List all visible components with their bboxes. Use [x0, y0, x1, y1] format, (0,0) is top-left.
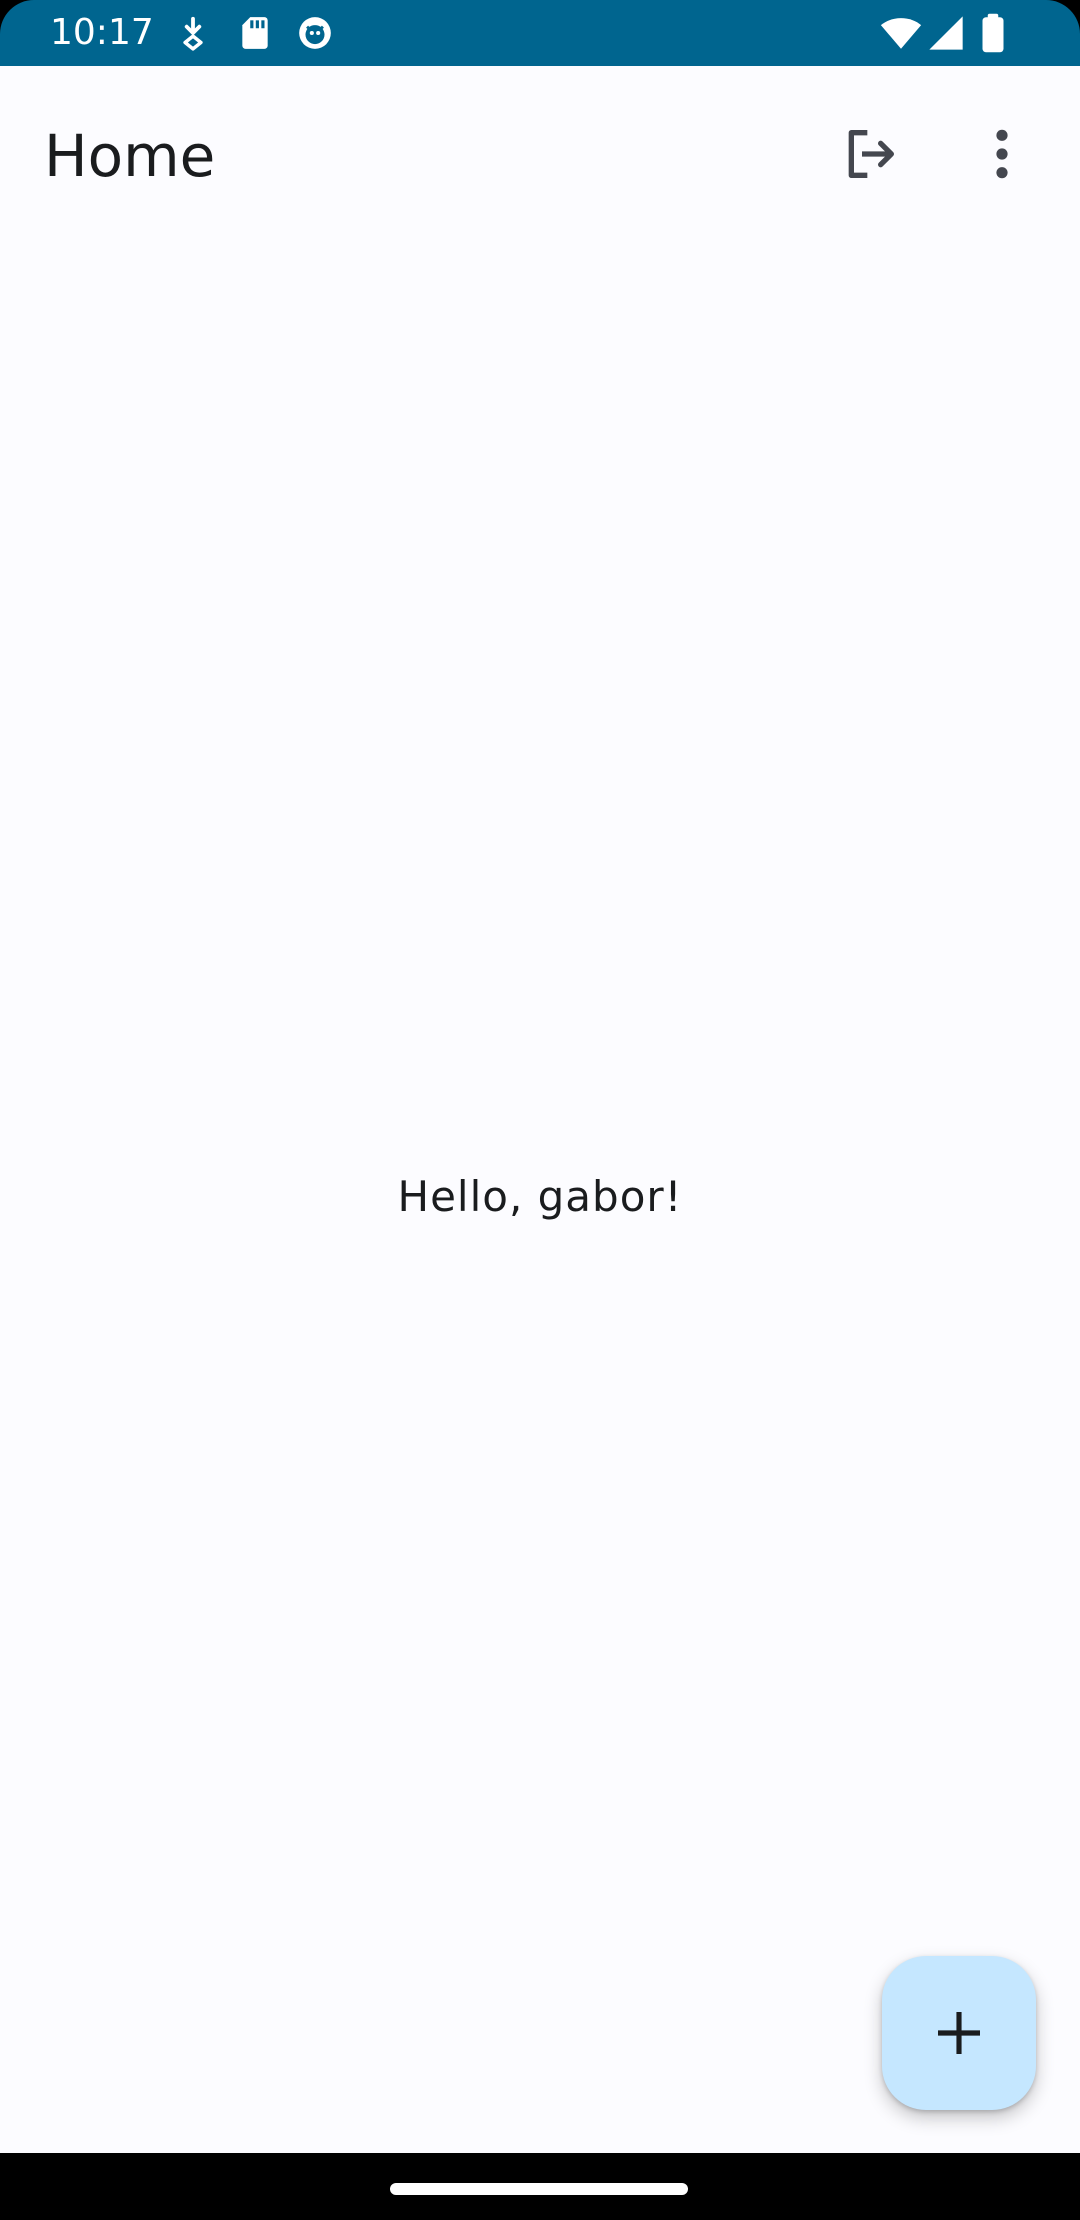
wifi-icon: [880, 12, 922, 54]
download-status-icon: [174, 14, 212, 52]
page-title: Home: [44, 122, 216, 190]
more-options-button[interactable]: [954, 106, 1050, 202]
more-vert-icon: [996, 129, 1008, 179]
home-gesture-handle[interactable]: [390, 2183, 688, 2195]
top-app-bar: Home: [0, 66, 1080, 242]
add-icon: [938, 2012, 980, 2054]
status-time: 10:17: [50, 12, 154, 53]
status-bar: 10:17: [0, 0, 1080, 66]
app-notification-icon: [296, 14, 334, 52]
logout-icon: [848, 130, 894, 178]
greeting-text: Hello, gabor!: [397, 1172, 683, 1221]
sd-card-icon: [236, 14, 274, 52]
app-screen: Home Hello, gabor!: [0, 66, 1080, 2153]
battery-icon: [976, 12, 1010, 54]
cellular-signal-icon: [926, 13, 966, 53]
navigation-bar: [0, 2153, 1080, 2220]
add-fab-button[interactable]: [882, 1956, 1036, 2110]
logout-button[interactable]: [822, 106, 918, 202]
